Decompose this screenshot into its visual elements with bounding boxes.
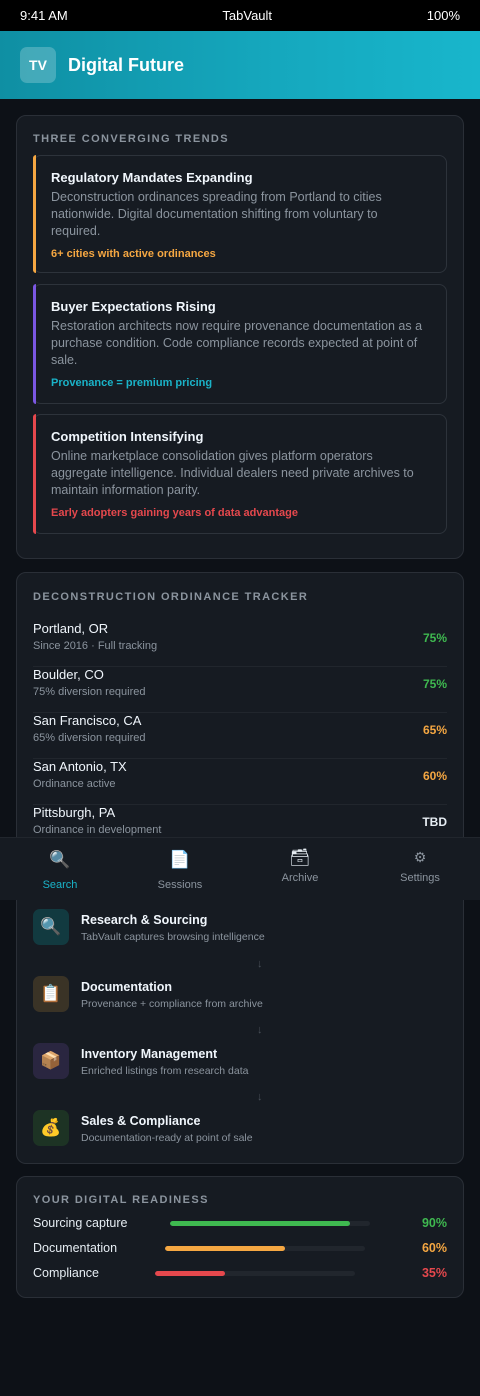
ordinance-city: Boulder, CO — [33, 667, 104, 682]
readiness-percent: 60% — [421, 1241, 447, 1255]
ordinance-percent: 75% — [422, 677, 447, 691]
trends-section-label: THREE CONVERGING TRENDS — [33, 133, 229, 145]
readiness-progress-bar — [170, 1221, 370, 1226]
down-arrow-icon: ↓ — [257, 1091, 263, 1103]
ordinance-city: San Antonio, TX — [33, 759, 127, 774]
trend-title: Regulatory Mandates Expanding — [51, 170, 253, 185]
tab-label: Search — [42, 879, 78, 891]
ordinance-note: 75% diversion required — [33, 686, 146, 698]
step-subtitle: Enriched listings from research data — [81, 1065, 249, 1077]
readiness-section-label: YOUR DIGITAL READINESS — [33, 1194, 209, 1206]
ordinance-row[interactable]: Boulder, CO 75% diversion required 75% — [33, 667, 447, 713]
ordinance-percent: 60% — [422, 769, 447, 783]
trend-description: Online marketplace consolidation gives p… — [51, 449, 414, 497]
trend-card-buyer: Buyer Expectations Rising Restoration ar… — [33, 284, 447, 404]
readiness-row: Documentation 60% — [33, 1239, 447, 1259]
step-subtitle: Documentation-ready at point of sale — [81, 1132, 253, 1144]
ordinance-note: Since 2016 · Full tracking — [33, 640, 158, 652]
workflow-step-inventory: 📦 Inventory Management Enriched listings… — [33, 1043, 447, 1081]
tab-label: Settings — [400, 872, 440, 884]
readiness-label: Compliance — [33, 1266, 100, 1280]
trend-title: Buyer Expectations Rising — [51, 299, 216, 314]
clipboard-icon: 📋 — [33, 976, 69, 1012]
step-subtitle: TabVault captures browsing intelligence — [81, 931, 265, 943]
tab-label: Archive — [281, 872, 319, 884]
status-bar: 9:41 AM TabVault 100% — [0, 0, 480, 31]
down-arrow-icon: ↓ — [257, 958, 263, 970]
trend-description: Deconstruction ordinances spreading from… — [51, 190, 382, 238]
magnifier-icon: 🔍 — [33, 909, 69, 945]
page-title: Digital Future — [68, 54, 184, 75]
status-app-name: TabVault — [222, 8, 273, 23]
tab-archive[interactable]: 🗃 Archive — [240, 838, 360, 901]
readiness-progress-fill — [170, 1221, 350, 1226]
workflow-step-documentation: 📋 Documentation Provenance + compliance … — [33, 976, 447, 1014]
trend-card-competition: Competition Intensifying Online marketpl… — [33, 414, 447, 534]
ordinance-city: San Francisco, CA — [33, 713, 142, 728]
ordinance-note: Ordinance in development — [33, 824, 162, 836]
step-title: Sales & Compliance — [81, 1114, 201, 1128]
tab-search[interactable]: 🔍 Search — [0, 838, 120, 901]
readiness-label: Sourcing capture — [33, 1216, 128, 1230]
readiness-row: Sourcing capture 90% — [33, 1214, 447, 1234]
readiness-progress-fill — [155, 1271, 225, 1276]
readiness-label: Documentation — [33, 1241, 118, 1255]
search-icon: 🔍 — [49, 850, 71, 869]
ordinance-percent: TBD — [422, 815, 447, 829]
ordinance-city: Portland, OR — [33, 621, 109, 636]
archive-icon: 🗃 — [289, 848, 311, 867]
trends-card: THREE CONVERGING TRENDS Regulatory Manda… — [16, 115, 464, 559]
ordinance-city: Pittsburgh, PA — [33, 805, 116, 820]
workflow-card: 🔍 Research & Sourcing TabVault captures … — [16, 884, 464, 1164]
trend-title: Competition Intensifying — [51, 429, 204, 444]
readiness-card: YOUR DIGITAL READINESS Sourcing capture … — [16, 1176, 464, 1298]
app-logo: TV — [20, 47, 56, 83]
ordinance-tracker-card: DECONSTRUCTION ORDINANCE TRACKER Portlan… — [16, 572, 464, 872]
status-battery: 100% — [426, 8, 460, 23]
ordinance-note: 65% diversion required — [33, 732, 146, 744]
readiness-row: Compliance 35% — [33, 1264, 447, 1284]
ordinance-percent: 65% — [422, 723, 447, 737]
app-header: TV Digital Future — [0, 31, 480, 99]
readiness-percent: 90% — [421, 1216, 447, 1230]
document-icon: 📄 — [169, 850, 191, 869]
step-subtitle: Provenance + compliance from archive — [81, 998, 263, 1010]
ordinance-row[interactable]: San Francisco, CA 65% diversion required… — [33, 713, 447, 759]
trend-description: Restoration architects now require prove… — [51, 319, 423, 367]
tab-sessions[interactable]: 📄 Sessions — [120, 838, 240, 901]
tab-bar: 🔍 Search 📄 Sessions 🗃 Archive ⚙ Settings — [0, 837, 480, 900]
trend-card-regulatory: Regulatory Mandates Expanding Deconstruc… — [33, 155, 447, 273]
trend-tag: Provenance = premium pricing — [51, 377, 213, 389]
workflow-step-research: 🔍 Research & Sourcing TabVault captures … — [33, 909, 447, 947]
readiness-progress-bar — [165, 1246, 365, 1251]
readiness-percent: 35% — [421, 1266, 447, 1280]
step-title: Inventory Management — [81, 1047, 218, 1061]
ordinance-row[interactable]: Portland, OR Since 2016 · Full tracking … — [33, 621, 447, 667]
tab-label: Sessions — [157, 879, 203, 891]
down-arrow-icon: ↓ — [257, 1024, 263, 1036]
tab-settings[interactable]: ⚙ Settings — [360, 838, 480, 901]
step-title: Research & Sourcing — [81, 913, 208, 927]
step-title: Documentation — [81, 980, 172, 994]
ordinance-row[interactable]: San Antonio, TX Ordinance active 60% — [33, 759, 447, 805]
ordinance-percent: 75% — [422, 631, 447, 645]
trend-tag: Early adopters gaining years of data adv… — [51, 507, 298, 519]
readiness-progress-fill — [165, 1246, 285, 1251]
gear-icon: ⚙ — [413, 849, 427, 865]
ordinance-note: Ordinance active — [33, 778, 116, 790]
tracker-section-label: DECONSTRUCTION ORDINANCE TRACKER — [33, 591, 309, 603]
workflow-step-sales: 💰 Sales & Compliance Documentation-ready… — [33, 1110, 447, 1148]
status-time: 9:41 AM — [20, 8, 68, 23]
money-bag-icon: 💰 — [33, 1110, 69, 1146]
readiness-progress-bar — [155, 1271, 355, 1276]
package-icon: 📦 — [33, 1043, 69, 1079]
trend-tag: 6+ cities with active ordinances — [51, 248, 216, 260]
